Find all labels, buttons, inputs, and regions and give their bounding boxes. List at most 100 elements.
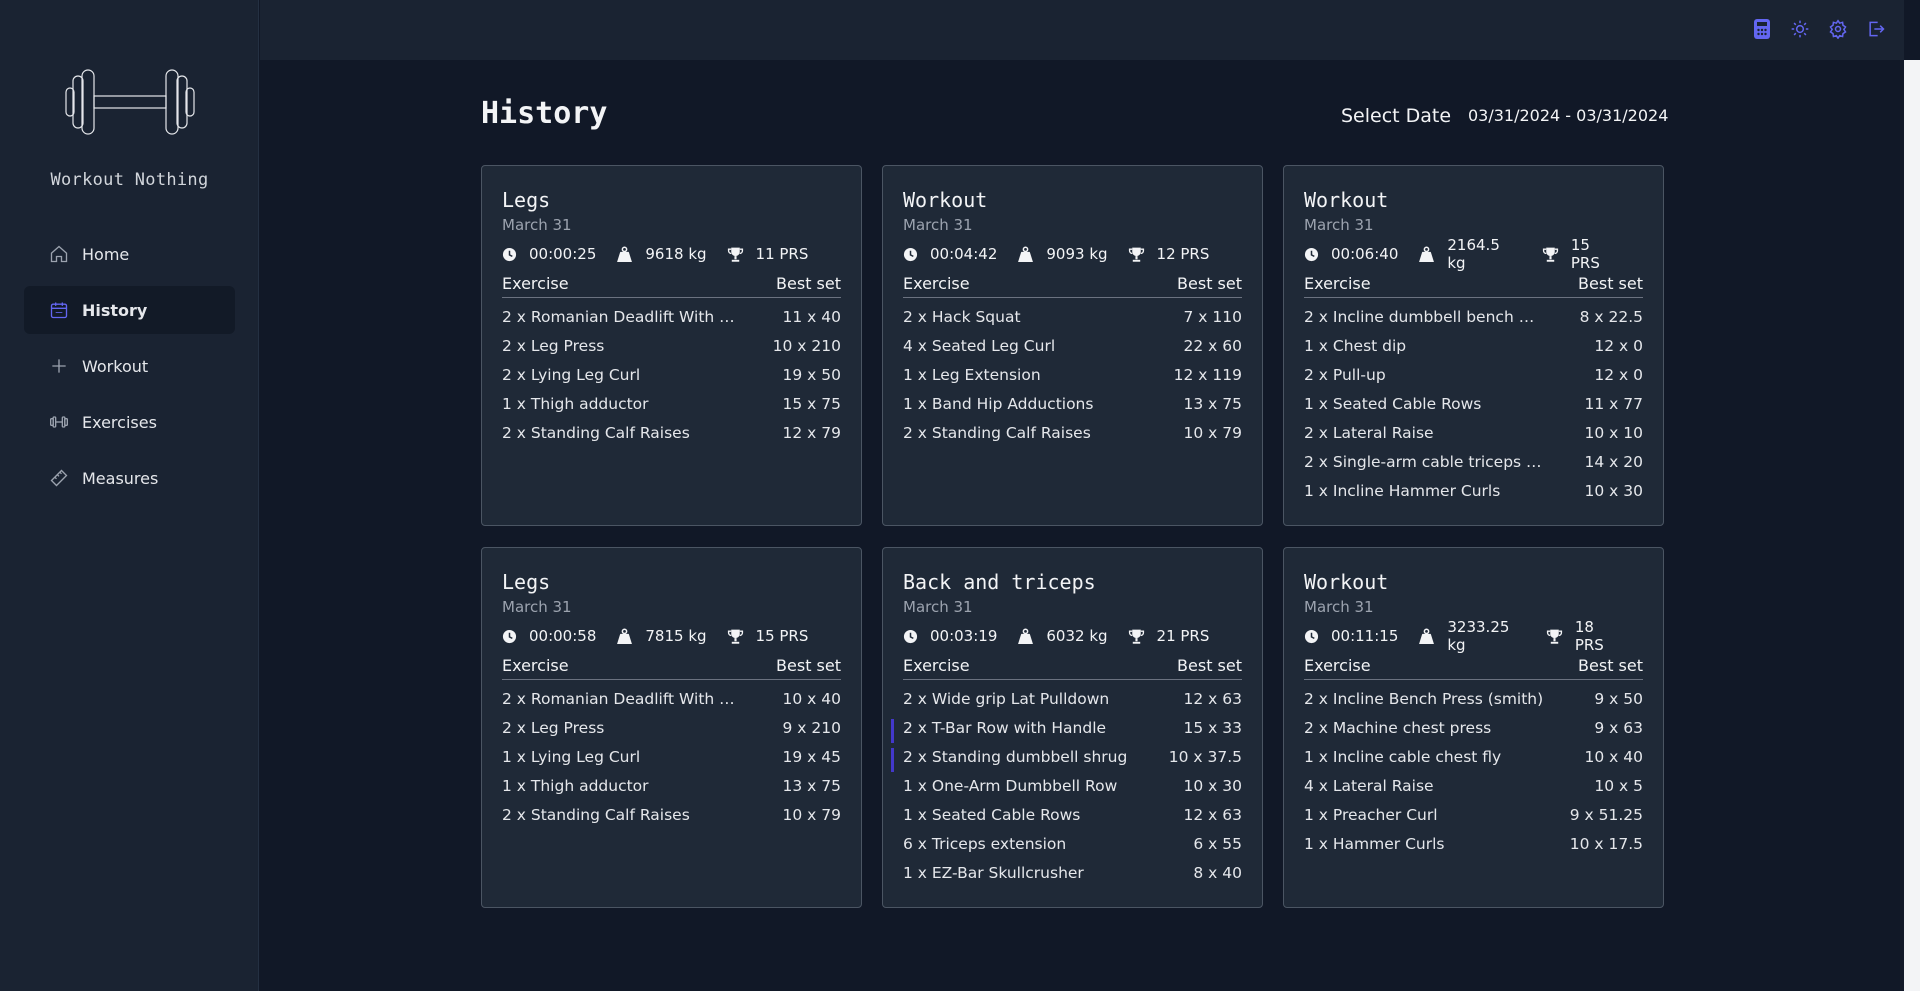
sidebar-item-label: Home <box>82 244 130 264</box>
exercise-name: 2 x Leg Press <box>502 337 605 355</box>
workout-card[interactable]: Back and triceps March 31 00:03:19 6032 … <box>882 547 1263 908</box>
exercise-list: 2 x Romanian Deadlift With Dumbbells 11 … <box>502 308 841 453</box>
table-row: 1 x Hammer Curls 10 x 17.5 <box>1304 835 1643 864</box>
clock-icon <box>1304 629 1325 644</box>
history-grid: Legs March 31 00:00:25 9618 kg 11 PRS Ex… <box>481 165 1664 908</box>
prs-value: 18 PRS <box>1574 618 1604 654</box>
card-date: March 31 <box>502 598 572 616</box>
workout-card[interactable]: Workout March 31 00:04:42 9093 kg 12 PRS… <box>882 165 1263 526</box>
volume-stat: 9093 kg <box>1017 245 1108 263</box>
sidebar-item-workout[interactable]: Workout <box>24 342 235 390</box>
card-stats: 00:00:58 7815 kg 15 PRS <box>502 626 841 646</box>
best-set-header: Best set <box>1578 274 1643 293</box>
weight-icon <box>1418 246 1441 263</box>
exercise-name: 1 x EZ-Bar Skullcrusher <box>903 864 1084 882</box>
clock-icon <box>1304 247 1325 262</box>
best-set-value: 10 x 210 <box>772 337 841 355</box>
clock-icon <box>903 629 924 644</box>
exercise-name: 1 x Incline cable chest fly <box>1304 748 1502 766</box>
gear-icon[interactable] <box>1826 16 1850 42</box>
table-row: 2 x Incline Bench Press (smith) 9 x 50 <box>1304 690 1643 719</box>
best-set-value: 22 x 60 <box>1183 337 1242 355</box>
exercise-header: Exercise <box>502 274 569 293</box>
weight-icon <box>1017 246 1040 263</box>
exercise-header: Exercise <box>903 274 970 293</box>
date-range-picker[interactable]: 03/31/2024 - 03/31/2024 <box>1468 106 1668 125</box>
card-title: Legs <box>502 570 551 594</box>
table-row: 2 x Standing Calf Raises 10 x 79 <box>903 424 1242 453</box>
calculator-icon[interactable] <box>1750 16 1774 42</box>
exercise-header: Exercise <box>903 656 970 675</box>
table-row: 2 x Machine chest press 9 x 63 <box>1304 719 1643 748</box>
trophy-icon <box>1542 246 1565 263</box>
page-title: History <box>481 96 608 131</box>
trophy-icon <box>1128 628 1151 645</box>
prs-stat: 21 PRS <box>1128 627 1209 645</box>
dumbbell-icon <box>48 411 70 433</box>
plus-icon <box>48 355 70 377</box>
best-set-value: 19 x 45 <box>782 748 841 766</box>
best-set-value: 9 x 51.25 <box>1569 806 1643 824</box>
best-set-value: 10 x 40 <box>782 690 841 708</box>
volume-value: 9618 kg <box>645 245 707 263</box>
card-stats: 00:00:25 9618 kg 11 PRS <box>502 244 841 264</box>
table-row: 1 x EZ-Bar Skullcrusher 8 x 40 <box>903 864 1242 893</box>
table-row: 2 x Single-arm cable triceps extension 1… <box>1304 453 1643 482</box>
weight-icon <box>1017 628 1040 645</box>
exercise-name: 2 x Hack Squat <box>903 308 1021 326</box>
best-set-value: 19 x 50 <box>782 366 841 384</box>
workout-card[interactable]: Legs March 31 00:00:58 7815 kg 15 PRS Ex… <box>481 547 862 908</box>
best-set-value: 10 x 40 <box>1584 748 1643 766</box>
best-set-value: 12 x 63 <box>1183 690 1242 708</box>
sidebar-item-measures[interactable]: Measures <box>24 454 235 502</box>
logout-icon[interactable] <box>1864 16 1888 42</box>
prs-stat: 18 PRS <box>1546 618 1623 654</box>
table-row: 1 x Incline Hammer Curls 10 x 30 <box>1304 482 1643 511</box>
best-set-header: Best set <box>1578 656 1643 675</box>
table-row: 2 x Romanian Deadlift With Dumbbells 11 … <box>502 308 841 337</box>
exercise-list: 2 x Wide grip Lat Pulldown 12 x 63 2 x T… <box>891 690 1242 893</box>
exercise-list: 2 x Incline dumbbell bench press 8 x 22.… <box>1304 308 1643 511</box>
exercise-name: 1 x Thigh adductor <box>502 395 649 413</box>
table-header: Exercise Best set <box>502 656 841 680</box>
workout-card[interactable]: Legs March 31 00:00:25 9618 kg 11 PRS Ex… <box>481 165 862 526</box>
duration-value: 00:00:25 <box>529 245 597 263</box>
sidebar-item-exercises[interactable]: Exercises <box>24 398 235 446</box>
workout-card[interactable]: Workout March 31 00:11:15 3233.25 kg 18 … <box>1283 547 1664 908</box>
weight-icon <box>616 246 639 263</box>
best-set-value: 13 x 75 <box>1183 395 1242 413</box>
table-row: 2 x Romanian Deadlift With Dumbbells 10 … <box>502 690 841 719</box>
table-row: 1 x Seated Cable Rows 12 x 63 <box>903 806 1242 835</box>
best-set-value: 14 x 20 <box>1584 453 1643 471</box>
sun-icon[interactable] <box>1788 16 1812 42</box>
best-set-value: 9 x 210 <box>782 719 841 737</box>
volume-value: 3233.25 kg <box>1447 618 1510 654</box>
prs-stat: 12 PRS <box>1128 245 1209 263</box>
best-set-value: 9 x 50 <box>1594 690 1643 708</box>
table-row: 1 x Leg Extension 12 x 119 <box>903 366 1242 395</box>
best-set-value: 10 x 79 <box>1183 424 1242 442</box>
duration-value: 00:11:15 <box>1331 627 1399 645</box>
workout-card[interactable]: Workout March 31 00:06:40 2164.5 kg 15 P… <box>1283 165 1664 526</box>
card-date: March 31 <box>502 216 572 234</box>
trophy-icon <box>1546 628 1569 645</box>
exercise-name: 1 x Band Hip Adductions <box>903 395 1094 413</box>
table-header: Exercise Best set <box>1304 274 1643 298</box>
card-date: March 31 <box>903 598 973 616</box>
table-header: Exercise Best set <box>903 656 1242 680</box>
card-date: March 31 <box>903 216 973 234</box>
table-row: 2 x T-Bar Row with Handle 15 x 33 <box>891 719 1242 748</box>
volume-stat: 9618 kg <box>616 245 707 263</box>
best-set-value: 10 x 79 <box>782 806 841 824</box>
table-row: 2 x Leg Press 9 x 210 <box>502 719 841 748</box>
exercise-name: 2 x Romanian Deadlift With Dumbbells <box>502 308 742 326</box>
best-set-value: 8 x 40 <box>1193 864 1242 882</box>
sidebar-item-history[interactable]: History <box>24 286 235 334</box>
home-icon <box>48 243 70 265</box>
best-set-value: 10 x 37.5 <box>1168 748 1242 766</box>
exercise-name: 2 x Lateral Raise <box>1304 424 1434 442</box>
page-scrollbar[interactable] <box>1904 60 1920 991</box>
card-title: Workout <box>1304 570 1389 594</box>
clock-icon <box>903 247 924 262</box>
sidebar-item-home[interactable]: Home <box>24 230 235 278</box>
